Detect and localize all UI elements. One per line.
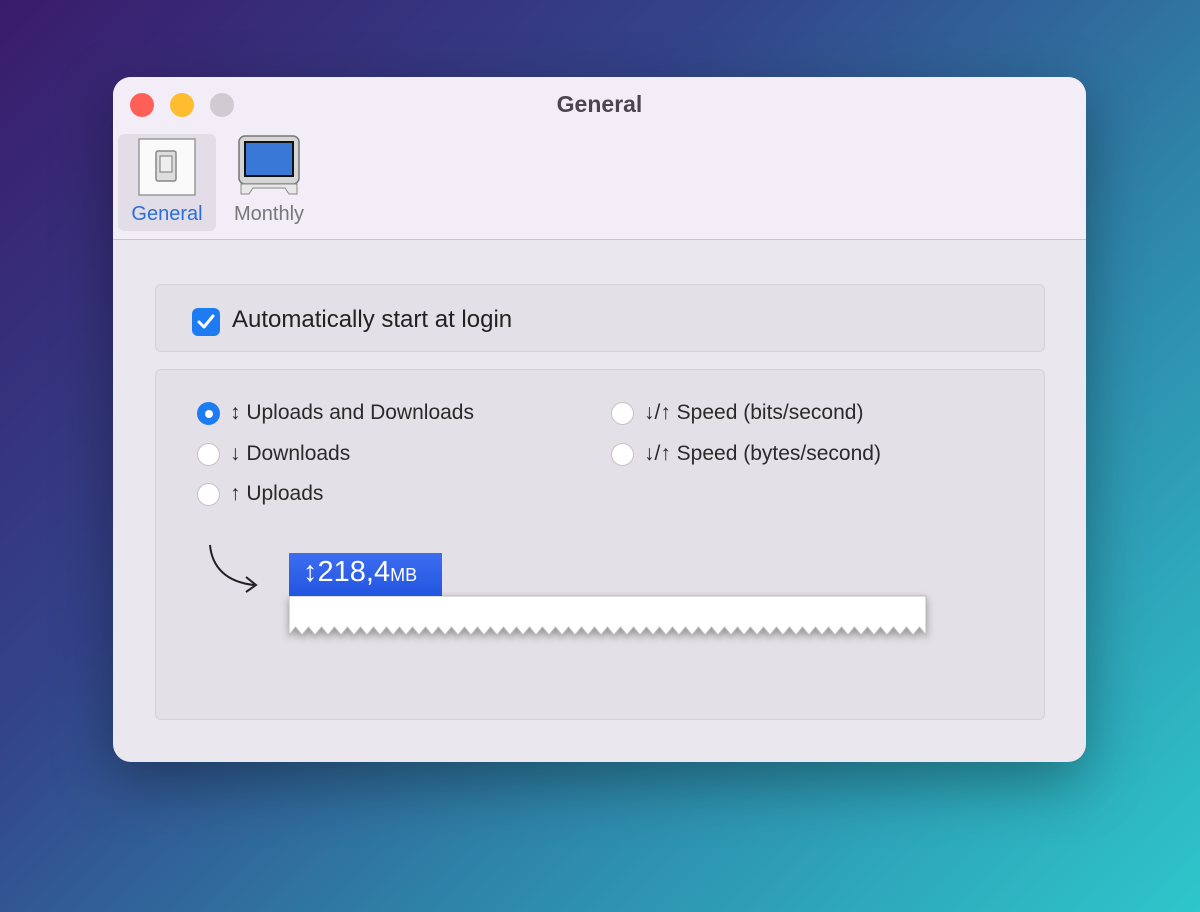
- tab-monthly-label: Monthly: [233, 203, 305, 225]
- switch-icon: [138, 138, 196, 196]
- auto-start-label: Automatically start at login: [232, 306, 513, 333]
- radio-label: ↓/↑ Speed (bytes/second): [644, 442, 881, 465]
- login-group: Automatically start at login: [155, 284, 1045, 352]
- tab-general[interactable]: General: [118, 134, 216, 231]
- radio-uploads[interactable]: [197, 483, 220, 506]
- tab-monthly[interactable]: Monthly: [220, 134, 318, 231]
- radio-label: ↑ Uploads: [230, 482, 324, 505]
- radio-speed-bytes[interactable]: [611, 443, 634, 466]
- preferences-window: General General Monthly Automatically st…: [113, 77, 1086, 762]
- traffic-unit: MB: [390, 565, 418, 585]
- display-group: ↕ Uploads and Downloads ↓ Downloads ↑ Up…: [155, 369, 1045, 720]
- tab-general-label: General: [131, 203, 203, 225]
- radio-speed-bits[interactable]: [611, 402, 634, 425]
- menubar-traffic-badge: ↕218,4MB: [289, 553, 442, 596]
- traffic-value: 218,4: [317, 556, 391, 588]
- toolbar: General General Monthly: [113, 77, 1086, 240]
- radio-label: ↓/↑ Speed (bits/second): [644, 401, 864, 424]
- radio-label: ↓ Downloads: [230, 442, 351, 465]
- window-title: General: [556, 91, 643, 117]
- radio-downloads[interactable]: [197, 443, 220, 466]
- checkmark-icon: [197, 314, 215, 329]
- monitor-icon: [238, 135, 300, 195]
- updown-arrow: ↕: [303, 556, 318, 588]
- radio-uploads-downloads[interactable]: [197, 402, 220, 425]
- auto-start-checkbox[interactable]: [192, 308, 220, 336]
- menubar-preview: ↕218,4MB: [289, 553, 928, 645]
- radio-label: ↕ Uploads and Downloads: [230, 401, 474, 424]
- curved-arrow-icon: [209, 544, 258, 593]
